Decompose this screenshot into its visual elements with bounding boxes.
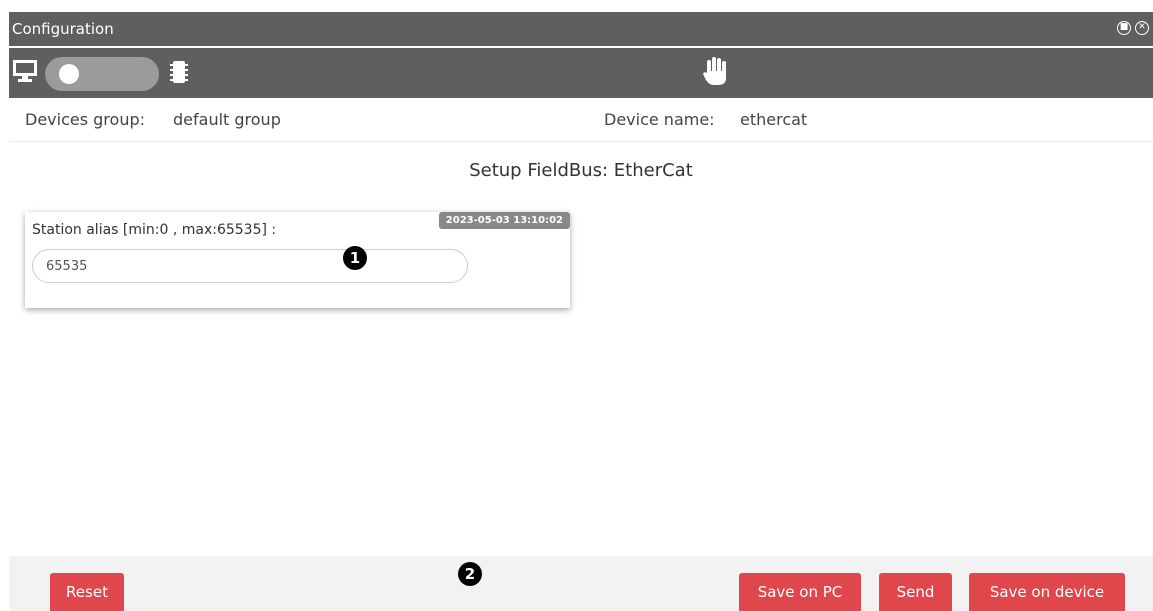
station-alias-card: Station alias [min:0 , max:65535] : 2023… [25, 212, 570, 308]
device-name-label: Device name: [604, 110, 715, 129]
close-icon[interactable]: ✕ [1135, 21, 1149, 35]
footer-bar: Reset 2 Save on PC Send Save on device [9, 556, 1153, 611]
timestamp-badge: 2023-05-03 13:10:02 [438, 212, 570, 229]
send-button[interactable]: Send [879, 573, 952, 611]
section-title: Setup FieldBus: EtherCat [469, 160, 693, 181]
save-on-pc-button[interactable]: Save on PC [739, 573, 861, 611]
device-name-value: ethercat [740, 110, 808, 129]
hand-icon[interactable] [702, 55, 730, 87]
toggle-knob [59, 64, 79, 84]
callout-marker-1: 1 [343, 246, 367, 270]
reset-button[interactable]: Reset [50, 573, 124, 611]
save-on-device-button[interactable]: Save on device [969, 573, 1125, 611]
pc-device-toggle[interactable] [45, 57, 159, 91]
station-alias-input[interactable] [32, 249, 468, 283]
window-title: Configuration [12, 20, 114, 38]
device-info-row: Devices group: default group Device name… [9, 98, 1153, 142]
devices-group-label: Devices group: [25, 110, 145, 129]
minimize-icon[interactable]: ■ [1117, 21, 1131, 35]
title-bar: Configuration ■ ✕ [9, 12, 1153, 46]
callout-marker-2: 2 [458, 562, 482, 586]
devices-group-value: default group [173, 110, 281, 129]
configuration-window: Configuration ■ ✕ Devices group: default… [9, 0, 1153, 611]
toolbar [9, 48, 1153, 98]
monitor-icon [13, 60, 37, 82]
station-alias-label: Station alias [min:0 , max:65535] : [32, 222, 277, 238]
chip-icon [170, 61, 188, 83]
